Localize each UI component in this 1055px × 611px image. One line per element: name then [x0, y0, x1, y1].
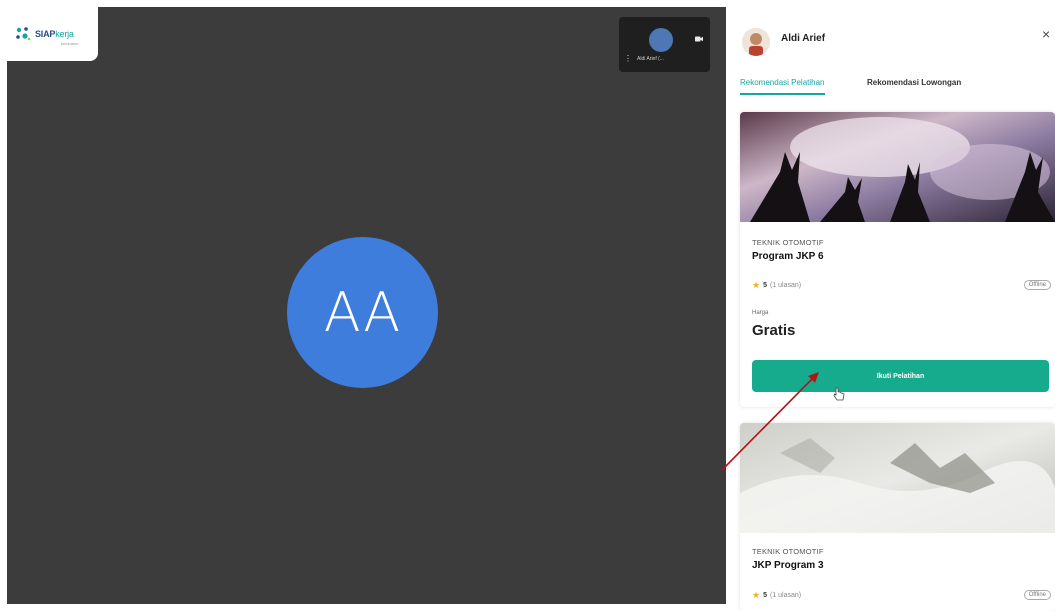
- tab-rekomendasi-lowongan[interactable]: Rekomendasi Lowongan: [867, 78, 961, 87]
- price-value: Gratis: [752, 322, 796, 339]
- star-icon: ★: [752, 590, 761, 600]
- self-view-tile[interactable]: ⋮ Aldi Arief (...: [619, 17, 710, 72]
- tab-rekomendasi-pelatihan[interactable]: Rekomendasi Pelatihan: [740, 78, 825, 95]
- tab-bar: Rekomendasi Pelatihan Rekomendasi Lowong…: [740, 78, 1040, 98]
- training-card[interactable]: TEKNIK OTOMOTIF JKP Program 3 ★ 5 (1 ula…: [740, 423, 1055, 611]
- training-image: [740, 112, 1055, 222]
- user-photo: [742, 28, 770, 56]
- training-image: [740, 423, 1055, 533]
- training-rating: ★ 5 (1 ulasan): [752, 590, 802, 600]
- camera-icon[interactable]: [695, 36, 703, 42]
- video-stage: SIAPkerja kemnaker AA ⋮ Aldi Arief (...: [7, 7, 726, 604]
- close-icon[interactable]: ×: [1042, 26, 1050, 42]
- price-label: Harga: [752, 310, 769, 316]
- mode-badge: Offline: [1023, 280, 1051, 290]
- logo-text: SIAPkerja: [35, 29, 74, 39]
- training-title: Program JKP 6: [752, 251, 824, 262]
- more-vert-icon[interactable]: ⋮: [624, 55, 632, 63]
- training-rating: ★ 5 (1 ulasan): [752, 280, 802, 290]
- participant-avatar: AA: [287, 237, 438, 388]
- meeting-screen: SIAPkerja kemnaker AA ⋮ Aldi Arief (... …: [0, 0, 1055, 611]
- hand-cursor-icon: [833, 387, 845, 401]
- mode-badge: Offline: [1023, 590, 1051, 600]
- logo-icon: [16, 27, 31, 41]
- self-view-name: Aldi Arief (...: [637, 56, 664, 62]
- user-avatar: [742, 28, 770, 56]
- training-title: JKP Program 3: [752, 560, 824, 571]
- user-name: Aldi Arief: [781, 33, 826, 44]
- self-avatar: [649, 28, 673, 52]
- app-logo: SIAPkerja kemnaker: [7, 7, 98, 61]
- follow-training-button[interactable]: Ikuti Pelatihan: [752, 360, 1049, 392]
- training-category: TEKNIK OTOMOTIF: [752, 238, 824, 247]
- logo-subtext: kemnaker: [61, 41, 79, 46]
- recommendation-panel: Aldi Arief × Rekomendasi Pelatihan Rekom…: [726, 0, 1055, 611]
- training-category: TEKNIK OTOMOTIF: [752, 547, 824, 556]
- star-icon: ★: [752, 280, 761, 290]
- training-card[interactable]: TEKNIK OTOMOTIF Program JKP 6 ★ 5 (1 ula…: [740, 112, 1055, 407]
- participant-initials: AA: [323, 281, 402, 344]
